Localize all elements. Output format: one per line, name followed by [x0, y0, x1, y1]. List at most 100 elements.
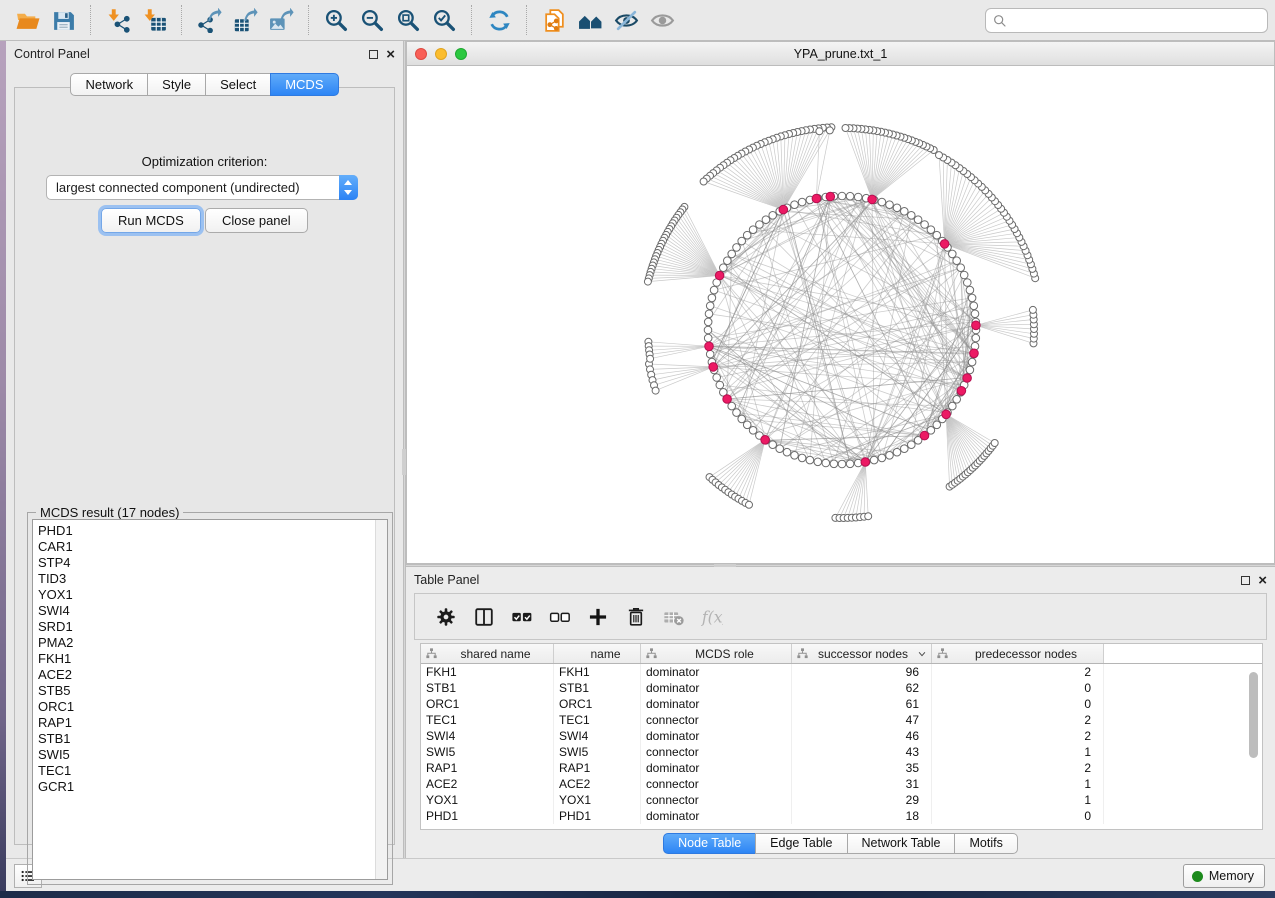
import-table-button[interactable]: [136, 5, 172, 35]
mcds-result-group: MCDS result (17 nodes) PHD1CAR1STP4TID3Y…: [27, 512, 393, 885]
table-cell: dominator: [641, 664, 792, 680]
zoom-out-button[interactable]: [354, 5, 390, 35]
column-header-label: name: [571, 647, 640, 661]
table-cell: RAP1: [421, 760, 554, 776]
import-network-button[interactable]: [100, 5, 136, 35]
run-mcds-button[interactable]: Run MCDS: [101, 208, 201, 233]
tab-network[interactable]: Network: [70, 73, 148, 96]
toolbar-group: [527, 5, 689, 35]
zoom-selected-button[interactable]: [426, 5, 462, 35]
memory-button[interactable]: Memory: [1183, 864, 1265, 888]
export-table-button[interactable]: [227, 5, 263, 35]
show-all-button[interactable]: [644, 5, 680, 35]
column-type-icon: [425, 647, 438, 660]
apply-layout-button[interactable]: [481, 5, 517, 35]
import-network-icon: [106, 8, 131, 33]
function-builder-button: [693, 600, 731, 634]
mcds-result-item[interactable]: PMA2: [38, 635, 387, 651]
table-row[interactable]: YOX1YOX1connector291: [421, 792, 1262, 808]
column-header-predecessor-nodes[interactable]: predecessor nodes: [932, 644, 1104, 663]
table-cell: SWI4: [421, 728, 554, 744]
column-header-name[interactable]: name: [554, 644, 641, 663]
zoom-in-icon: [324, 8, 349, 33]
table-row[interactable]: TEC1TEC1connector472: [421, 712, 1262, 728]
mcds-result-item[interactable]: SWI5: [38, 747, 387, 763]
tab-network-table[interactable]: Network Table: [847, 833, 956, 854]
mcds-result-item[interactable]: STP4: [38, 555, 387, 571]
mcds-result-item[interactable]: FKH1: [38, 651, 387, 667]
mcds-result-item[interactable]: PHD1: [38, 523, 387, 539]
tab-edge-table[interactable]: Edge Table: [755, 833, 847, 854]
settings-gear-button[interactable]: [427, 600, 465, 634]
table-cell: PHD1: [421, 808, 554, 824]
table-cell: STB1: [554, 680, 641, 696]
close-panel-button[interactable]: Close panel: [205, 208, 308, 233]
table-row[interactable]: RAP1RAP1dominator352: [421, 760, 1262, 776]
table-row[interactable]: SWI4SWI4dominator462: [421, 728, 1262, 744]
tab-node-table[interactable]: Node Table: [663, 833, 756, 854]
mcds-result-item[interactable]: SRD1: [38, 619, 387, 635]
tab-mcds[interactable]: MCDS: [270, 73, 338, 96]
first-neighbors-button[interactable]: [572, 5, 608, 35]
zoom-in-button[interactable]: [318, 5, 354, 35]
open-file-button[interactable]: [9, 5, 45, 35]
close-table-panel-icon[interactable]: ×: [1258, 576, 1267, 585]
float-table-panel-icon[interactable]: [1241, 576, 1250, 585]
optimization-criterion-select[interactable]: largest connected component (undirected): [46, 175, 358, 200]
mcds-result-item[interactable]: STB5: [38, 683, 387, 699]
search-input[interactable]: [1008, 14, 1261, 28]
export-table-icon: [233, 8, 258, 33]
mcds-result-item[interactable]: YOX1: [38, 587, 387, 603]
mcds-list-scrollbar[interactable]: [375, 520, 387, 879]
table-scrollbar-thumb[interactable]: [1249, 672, 1258, 758]
table-cell: 47: [792, 712, 932, 728]
mcds-result-item[interactable]: TID3: [38, 571, 387, 587]
mcds-result-item[interactable]: ORC1: [38, 699, 387, 715]
column-header-successor-nodes[interactable]: successor nodes: [792, 644, 932, 663]
export-image-button[interactable]: [263, 5, 299, 35]
table-row[interactable]: ORC1ORC1dominator610: [421, 696, 1262, 712]
table-row[interactable]: FKH1FKH1dominator962: [421, 664, 1262, 680]
table-row[interactable]: PHD1PHD1dominator180: [421, 808, 1262, 824]
column-type-icon: [796, 647, 809, 660]
table-cell: STB1: [421, 680, 554, 696]
delete-column-button[interactable]: [617, 600, 655, 634]
table-cell: ACE2: [421, 776, 554, 792]
column-layout-button[interactable]: [465, 600, 503, 634]
select-all-checkboxes-button[interactable]: [503, 600, 541, 634]
search-box[interactable]: [985, 8, 1268, 33]
table-row[interactable]: ACE2ACE2connector311: [421, 776, 1262, 792]
mcds-result-item[interactable]: STB1: [38, 731, 387, 747]
delete-table-icon: [663, 606, 685, 628]
table-cell: dominator: [641, 808, 792, 824]
export-network-button[interactable]: [191, 5, 227, 35]
tab-style[interactable]: Style: [147, 73, 206, 96]
column-header-MCDS-role[interactable]: MCDS role: [641, 644, 792, 663]
save-session-button[interactable]: [45, 5, 81, 35]
tab-motifs[interactable]: Motifs: [954, 833, 1017, 854]
network-graph-canvas[interactable]: [407, 66, 1274, 563]
mcds-result-item[interactable]: RAP1: [38, 715, 387, 731]
table-cell: FKH1: [421, 664, 554, 680]
mcds-result-item[interactable]: CAR1: [38, 539, 387, 555]
network-from-file-button[interactable]: [536, 5, 572, 35]
mcds-result-item[interactable]: ACE2: [38, 667, 387, 683]
select-all-checkboxes-icon: [511, 606, 533, 628]
float-panel-icon[interactable]: [369, 50, 378, 59]
network-window-titlebar[interactable]: YPA_prune.txt_1: [407, 42, 1274, 66]
mcds-result-item[interactable]: GCR1: [38, 779, 387, 795]
table-row[interactable]: SWI5SWI5connector431: [421, 744, 1262, 760]
optimization-criterion-value: largest connected component (undirected): [47, 180, 339, 195]
mcds-result-item[interactable]: TEC1: [38, 763, 387, 779]
toolbar-group: [91, 5, 182, 35]
table-cell: 0: [932, 808, 1104, 824]
hide-selected-button[interactable]: [608, 5, 644, 35]
close-panel-icon[interactable]: ×: [386, 50, 395, 59]
table-row[interactable]: STB1STB1dominator620: [421, 680, 1262, 696]
tab-select[interactable]: Select: [205, 73, 271, 96]
mcds-result-item[interactable]: SWI4: [38, 603, 387, 619]
clear-checkboxes-button[interactable]: [541, 600, 579, 634]
column-header-shared-name[interactable]: shared name: [421, 644, 554, 663]
zoom-fit-button[interactable]: [390, 5, 426, 35]
add-column-button[interactable]: [579, 600, 617, 634]
